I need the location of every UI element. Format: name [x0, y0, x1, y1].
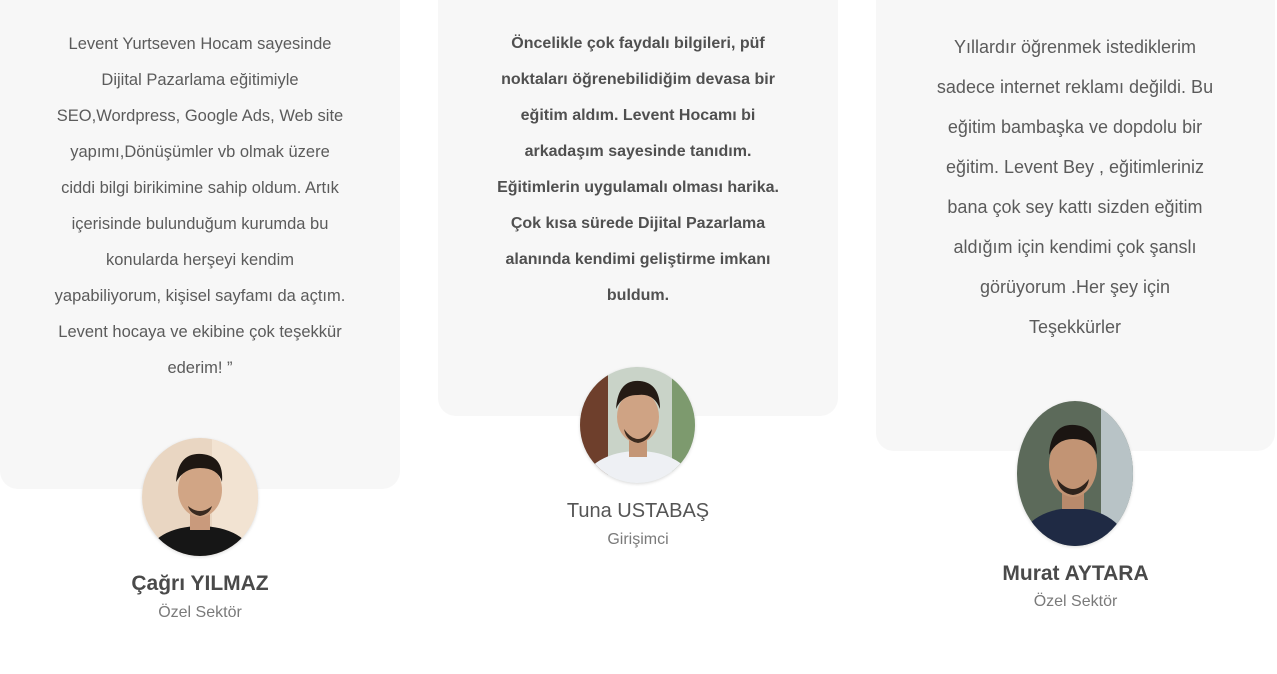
person-name: Tuna USTABAŞ	[566, 500, 710, 522]
person-name: Murat AYTARA	[1002, 562, 1149, 585]
person-name: Çağrı YILMAZ	[131, 572, 269, 595]
testimonial-quote: Yıllardır öğrenmek istediklerim sadece i…	[936, 37, 1214, 337]
person-role: Özel Sektör	[1033, 593, 1118, 610]
person-role: Özel Sektör	[158, 604, 242, 621]
avatar	[142, 438, 258, 556]
person-role: Girişimci	[607, 531, 669, 548]
avatar	[1017, 401, 1133, 546]
avatar	[580, 367, 695, 483]
testimonial-quote: Levent Yurtseven Hocam sayesinde Dijital…	[54, 35, 346, 377]
testimonial-quote: Öncelikle çok faydalı bilgileri, püf nok…	[497, 35, 779, 304]
